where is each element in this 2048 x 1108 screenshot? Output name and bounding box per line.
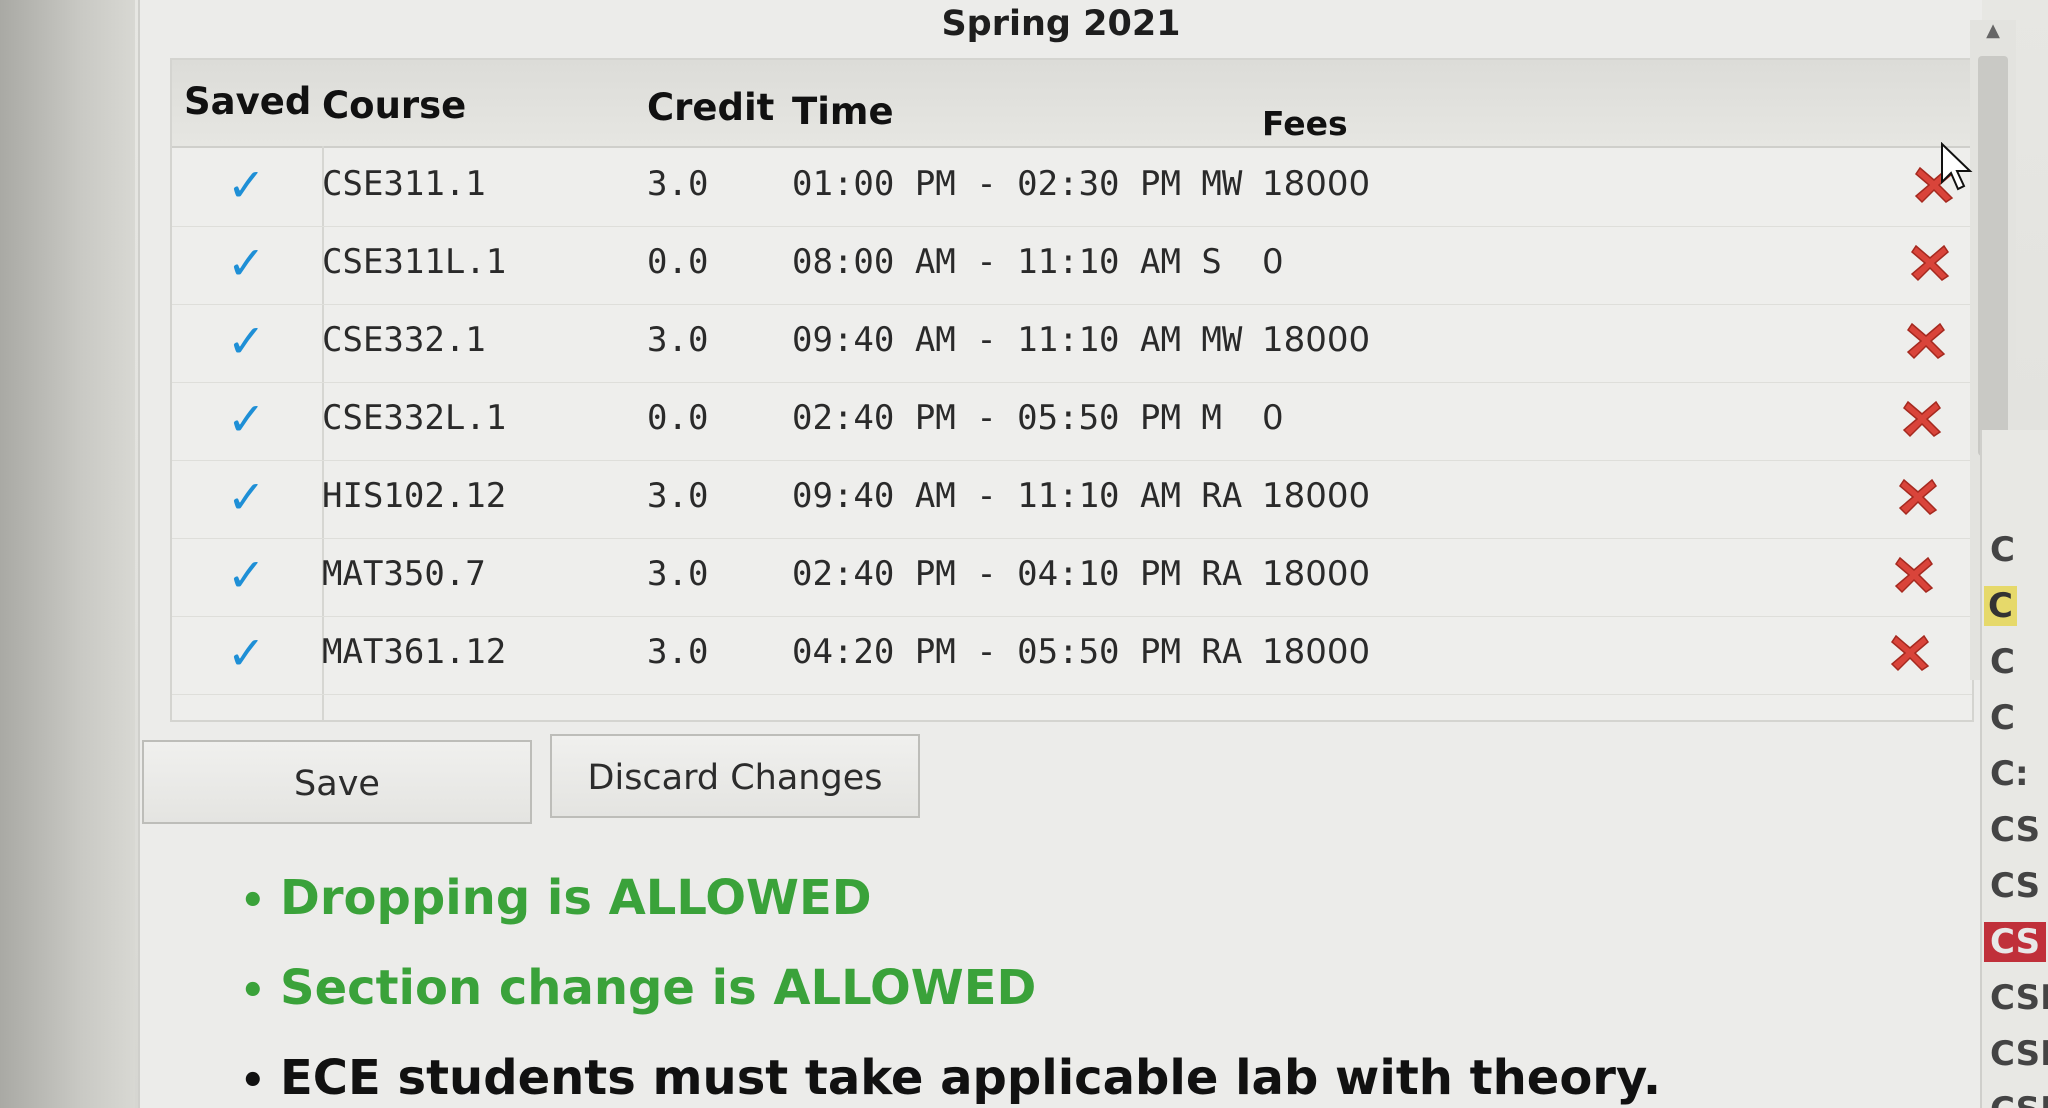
table-row[interactable]: ✓ CSE332.1 3.0 09:40 AM - 11:10 AM MW 18000: [172, 304, 1972, 383]
table-row[interactable]: ✓ HIS102.12 3.0 09:40 AM - 11:10 AM RA 18000: [172, 460, 1972, 539]
table-header: Saved Course Credit Time Fees: [172, 60, 1972, 148]
course-cell: MAT350.7: [322, 554, 486, 594]
registration-panel: Spring 2021 Saved Course Credit Time Fee…: [138, 0, 2016, 1108]
credit-cell: 3.0: [647, 320, 709, 360]
time-cell: 01:00 PM - 02:30 PM MW: [792, 164, 1243, 204]
bullet-icon: •: [240, 878, 266, 924]
table-row[interactable]: ✓ CSE311L.1 0.0 08:00 AM - 11:10 AM S 0: [172, 226, 1972, 305]
time-cell: 09:40 AM - 11:10 AM MW: [792, 320, 1243, 360]
remove-x-icon[interactable]: [1904, 318, 1948, 362]
side-list-item[interactable]: CS: [1984, 922, 2047, 962]
side-list-item[interactable]: C: [1984, 586, 2017, 626]
term-title: Spring 2021: [941, 4, 1181, 44]
note-item: • Dropping is ALLOWED: [240, 870, 872, 926]
fees-cell: 0: [1262, 398, 1284, 438]
header-fees: Fees: [1262, 104, 1348, 143]
bullet-icon: •: [240, 968, 266, 1014]
scroll-up-arrow-icon[interactable]: ▲: [1978, 20, 2008, 42]
note-item: • ECE students must take applicable lab w…: [240, 1050, 1661, 1106]
saved-check-icon: ✓: [227, 392, 266, 446]
course-cell: HIS102.12: [322, 476, 507, 516]
fees-cell: 0: [1262, 242, 1284, 282]
bullet-icon: •: [240, 1058, 266, 1104]
note-text: Dropping is ALLOWED: [280, 870, 872, 926]
side-list-item[interactable]: C: [1990, 642, 2015, 682]
time-cell: 04:20 PM - 05:50 PM RA: [792, 632, 1243, 672]
course-cell: CSE332.1: [322, 320, 486, 360]
saved-check-icon: ✓: [227, 314, 266, 368]
side-course-list[interactable]: CCCCC:CSCSCSCSICSECSE: [1980, 430, 2048, 1108]
save-button[interactable]: Save: [142, 740, 532, 824]
course-table: Saved Course Credit Time Fees ✓ CSE311.1 3…: [170, 58, 1974, 722]
credit-cell: 0.0: [647, 242, 709, 282]
screen: Spring 2021 Saved Course Credit Time Fee…: [0, 0, 2048, 1108]
credit-cell: 3.0: [647, 554, 709, 594]
fees-cell: 18000: [1262, 164, 1371, 204]
table-row[interactable]: ✓ MAT361.12 3.0 04:20 PM - 05:50 PM RA 18000: [172, 616, 1972, 695]
side-list-item[interactable]: C: [1990, 698, 2015, 738]
credit-cell: 0.0: [647, 398, 709, 438]
credit-cell: 3.0: [647, 476, 709, 516]
saved-check-icon: ✓: [227, 626, 266, 680]
time-cell: 02:40 PM - 04:10 PM RA: [792, 554, 1243, 594]
side-list-item[interactable]: CS: [1990, 810, 2040, 850]
side-list-item[interactable]: C: [1990, 530, 2015, 570]
side-list-item[interactable]: CSE: [1990, 1034, 2048, 1074]
remove-x-icon[interactable]: [1888, 630, 1932, 674]
remove-x-icon[interactable]: [1908, 240, 1952, 284]
note-text: ECE students must take applicable lab wi…: [280, 1050, 1662, 1106]
saved-check-icon: ✓: [227, 470, 266, 524]
time-cell: 02:40 PM - 05:50 PM M: [792, 398, 1222, 438]
scroll-thumb[interactable]: [1978, 56, 2008, 456]
course-cell: MAT361.12: [322, 632, 507, 672]
table-row[interactable]: ✓ MAT350.7 3.0 02:40 PM - 04:10 PM RA 18000: [172, 538, 1972, 617]
credit-cell: 3.0: [647, 632, 709, 672]
fees-cell: 18000: [1262, 554, 1371, 594]
note-text: Section change is ALLOWED: [280, 960, 1037, 1016]
time-cell: 08:00 AM - 11:10 AM S: [792, 242, 1222, 282]
header-course: Course: [322, 84, 467, 127]
remove-x-icon[interactable]: [1900, 396, 1944, 440]
side-list-item[interactable]: CSI: [1990, 978, 2048, 1018]
side-list-item[interactable]: C:: [1990, 754, 2029, 794]
saved-check-icon: ✓: [227, 548, 266, 602]
side-list-item[interactable]: CS: [1990, 866, 2040, 906]
table-row[interactable]: ✓ CSE332L.1 0.0 02:40 PM - 05:50 PM M 0: [172, 382, 1972, 461]
saved-check-icon: ✓: [227, 158, 266, 212]
header-time: Time: [792, 90, 894, 133]
course-cell: CSE332L.1: [322, 398, 507, 438]
course-cell: CSE311L.1: [322, 242, 507, 282]
saved-check-icon: ✓: [227, 236, 266, 290]
remove-x-icon[interactable]: [1892, 552, 1936, 596]
course-cell: CSE311.1: [322, 164, 486, 204]
header-saved: Saved: [184, 80, 312, 123]
mouse-cursor-icon: [1941, 142, 1973, 191]
remove-x-icon[interactable]: [1896, 474, 1940, 518]
screen-left-edge: [0, 0, 135, 1108]
fees-cell: 18000: [1262, 320, 1371, 360]
table-row[interactable]: ✓ CSE311.1 3.0 01:00 PM - 02:30 PM MW 18000: [172, 148, 1972, 227]
fees-cell: 18000: [1262, 476, 1371, 516]
note-item: • Section change is ALLOWED: [240, 960, 1036, 1016]
header-credit: Credit: [647, 86, 775, 129]
side-list-item[interactable]: CSE: [1990, 1090, 2048, 1108]
credit-cell: 3.0: [647, 164, 709, 204]
discard-changes-button[interactable]: Discard Changes: [550, 734, 920, 818]
time-cell: 09:40 AM - 11:10 AM RA: [792, 476, 1243, 516]
fees-cell: 18000: [1262, 632, 1371, 672]
